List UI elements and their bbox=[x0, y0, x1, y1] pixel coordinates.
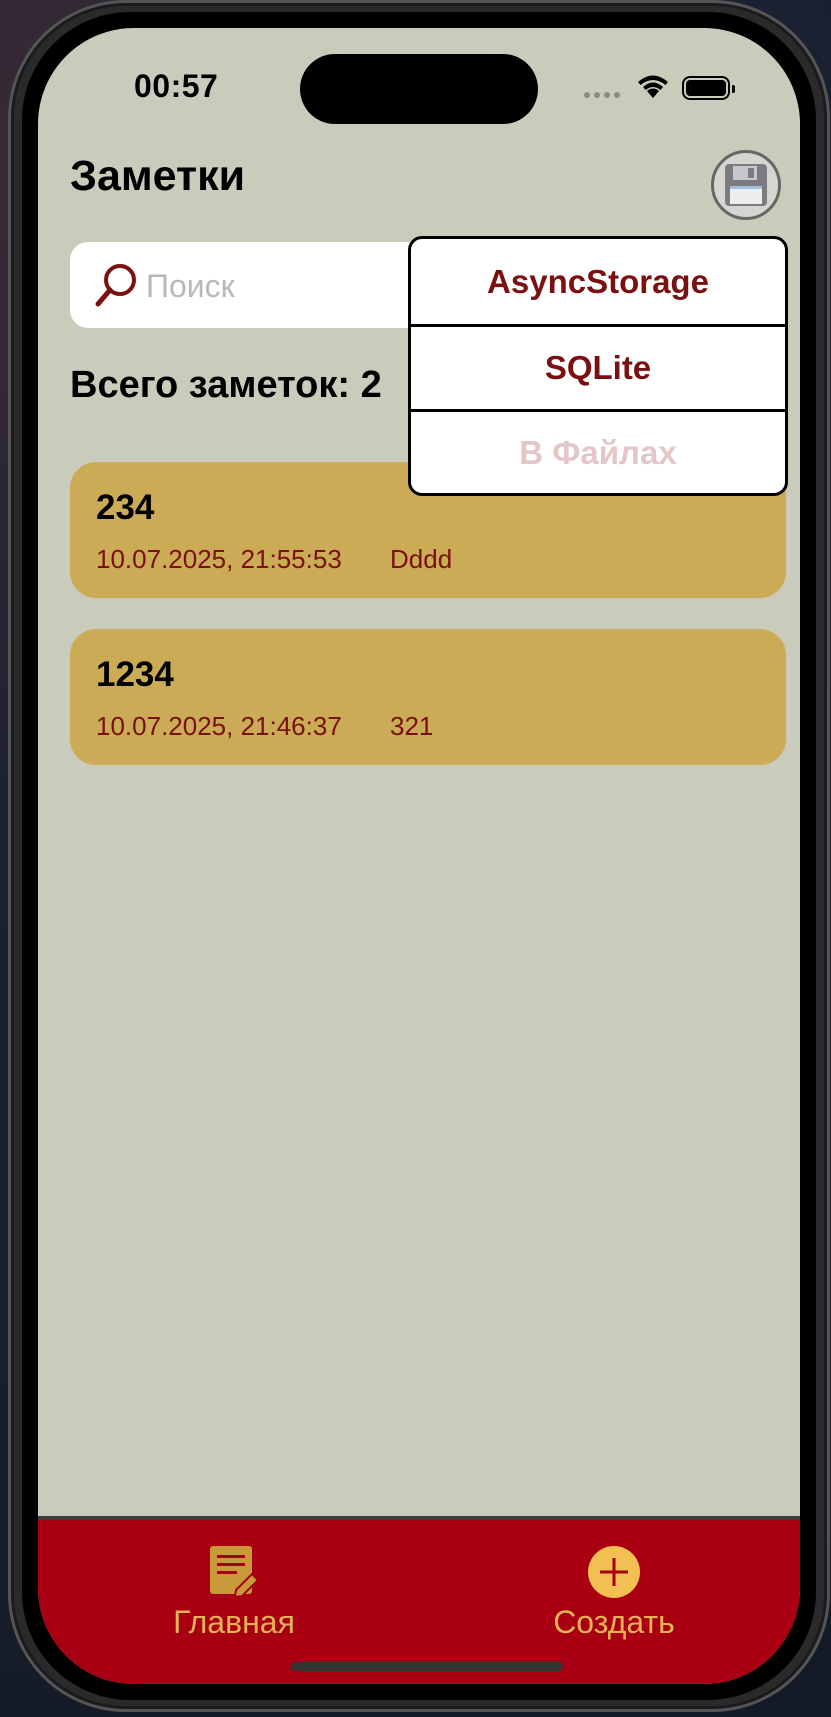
note-card[interactable]: 1234 10.07.2025, 21:46:37 321 bbox=[70, 629, 786, 765]
wifi-icon bbox=[638, 75, 668, 98]
battery-icon bbox=[682, 76, 735, 100]
status-bar: 00:57 bbox=[38, 28, 800, 148]
plus-circle-icon bbox=[588, 1546, 640, 1598]
note-preview: Dddd bbox=[390, 544, 453, 574]
search-input[interactable] bbox=[144, 260, 448, 312]
storage-dropdown: AsyncStorage SQLite В Файлах bbox=[408, 236, 788, 496]
note-edit-icon bbox=[210, 1546, 260, 1599]
app-screen: 00:57 Заметки Всего заметок: 2 234 10 bbox=[38, 28, 800, 1684]
tab-home[interactable]: Главная bbox=[134, 1544, 334, 1641]
note-title: 1234 bbox=[96, 655, 174, 694]
note-date: 10.07.2025, 21:55:53 bbox=[96, 544, 342, 574]
note-preview: 321 bbox=[390, 711, 434, 741]
cellular-signal-icon bbox=[584, 92, 620, 98]
dynamic-island bbox=[300, 54, 538, 124]
floppy-disk-icon bbox=[725, 164, 767, 206]
home-indicator bbox=[291, 1662, 563, 1671]
status-time: 00:57 bbox=[134, 68, 219, 104]
tab-home-label: Главная bbox=[173, 1604, 295, 1640]
notes-list: 234 10.07.2025, 21:55:53 Dddd 1234 10.07… bbox=[70, 462, 786, 796]
storage-option-files[interactable]: В Файлах bbox=[411, 409, 785, 493]
note-title: 234 bbox=[96, 488, 155, 527]
tab-create-label: Создать bbox=[553, 1604, 675, 1640]
storage-option-asyncstorage[interactable]: AsyncStorage bbox=[411, 239, 785, 324]
storage-menu-button[interactable] bbox=[711, 150, 781, 220]
note-date: 10.07.2025, 21:46:37 bbox=[96, 711, 342, 741]
tab-create[interactable]: Создать bbox=[514, 1544, 714, 1641]
notes-count: Всего заметок: 2 bbox=[70, 364, 382, 406]
tab-bar: Главная Создать bbox=[38, 1516, 800, 1684]
storage-option-sqlite[interactable]: SQLite bbox=[411, 324, 785, 409]
search-icon bbox=[95, 264, 136, 307]
page-title: Заметки bbox=[70, 152, 246, 200]
